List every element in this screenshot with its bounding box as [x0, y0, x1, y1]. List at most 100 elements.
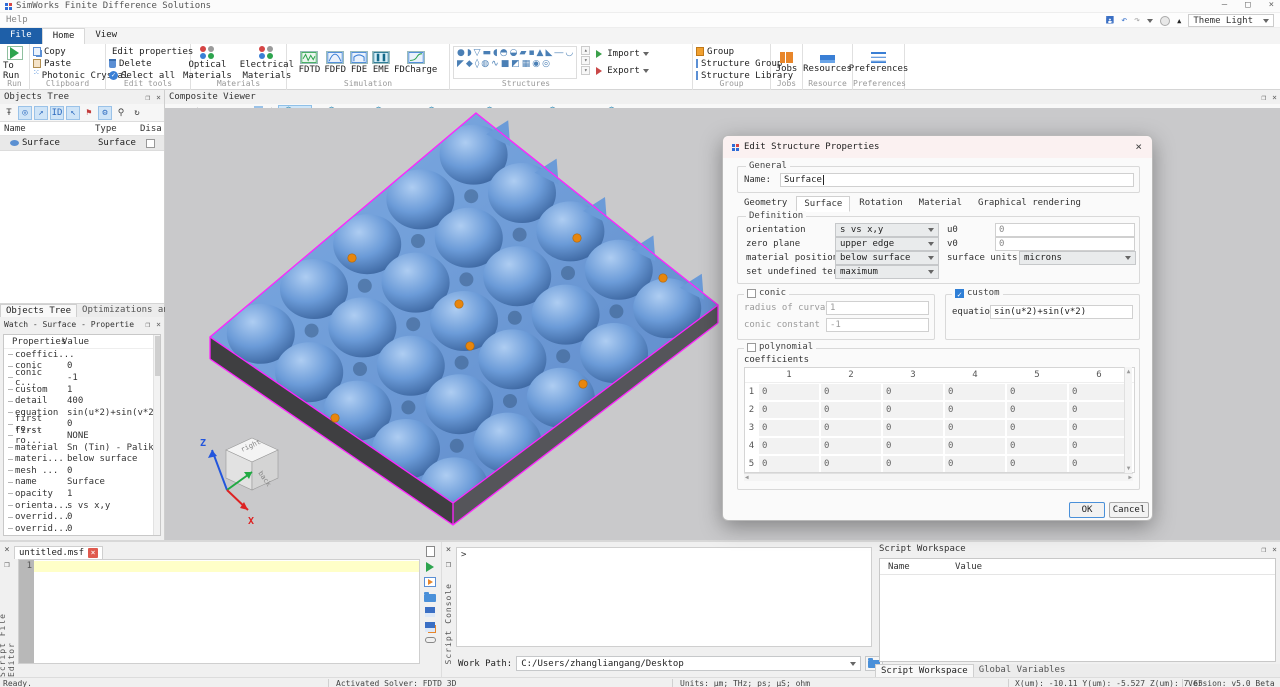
structures-gallery-scroll[interactable]: ▴▾▾: [581, 46, 590, 79]
flag-icon[interactable]: ⚑: [82, 106, 96, 120]
structure-shape-icon[interactable]: ▬: [483, 48, 492, 59]
property-row[interactable]: orienta...s vs x,y: [4, 500, 160, 512]
structure-shape-icon[interactable]: ◒: [510, 48, 518, 59]
link-icon[interactable]: [425, 637, 436, 643]
column-name[interactable]: Name: [0, 124, 95, 134]
structure-shape-icon[interactable]: ◣: [545, 48, 552, 59]
undo-icon[interactable]: ↶: [1121, 16, 1127, 26]
coef-cell[interactable]: 0: [944, 419, 1006, 437]
coef-cell[interactable]: 0: [882, 383, 944, 401]
column-value[interactable]: Value: [62, 337, 89, 347]
float-panel-icon[interactable]: ❐: [1261, 93, 1266, 102]
property-row[interactable]: coeffici...: [4, 349, 160, 361]
pick-cursor-icon[interactable]: ↖: [66, 106, 80, 120]
structure-shape-icon[interactable]: ▰: [520, 48, 527, 59]
structure-shape-icon[interactable]: ◓: [500, 48, 508, 59]
coef-cell[interactable]: 0: [944, 401, 1006, 419]
structure-shape-icon[interactable]: ▲: [537, 48, 544, 59]
editor-text-area[interactable]: [34, 560, 419, 663]
equation-input[interactable]: sin(u*2)+sin(v*2): [990, 305, 1133, 319]
close-panel-icon[interactable]: ×: [156, 93, 161, 102]
coef-cell[interactable]: 0: [820, 437, 882, 455]
structure-shape-icon[interactable]: ◡: [565, 48, 573, 59]
column-name[interactable]: Name: [880, 562, 955, 572]
solver-button-fdtd[interactable]: FDTD: [299, 46, 321, 80]
coef-cell[interactable]: 0: [1006, 455, 1068, 473]
property-row[interactable]: overrid...0: [4, 523, 160, 535]
watch-scrollbar[interactable]: [153, 335, 160, 535]
solver-button-eme[interactable]: EME: [372, 46, 390, 80]
coef-cell[interactable]: 0: [882, 419, 944, 437]
dialog-tab-geometry[interactable]: Geometry: [737, 196, 794, 212]
coef-cell[interactable]: 0: [758, 455, 820, 473]
close-panel-icon[interactable]: ×: [4, 545, 9, 555]
dialog-tab-surface[interactable]: Surface: [796, 196, 850, 212]
property-row[interactable]: custom1: [4, 384, 160, 396]
minimize-button[interactable]: –: [1222, 0, 1227, 10]
structure-shape-icon[interactable]: ■: [501, 59, 510, 70]
user-avatar[interactable]: [1160, 16, 1170, 26]
tab-file[interactable]: File: [0, 28, 42, 44]
undefined-terms-select[interactable]: maximum: [835, 265, 939, 279]
property-row[interactable]: overrid...0: [4, 511, 160, 523]
column-disabled[interactable]: Disa: [140, 124, 162, 134]
export-button[interactable]: Export: [596, 66, 649, 77]
close-panel-icon[interactable]: ×: [446, 545, 451, 555]
coef-cell[interactable]: 0: [820, 455, 882, 473]
coefficients-table[interactable]: 123456 100000020000003000000400000050000…: [744, 367, 1135, 473]
property-row[interactable]: opacity1: [4, 488, 160, 500]
editor-tab-untitled[interactable]: untitled.msf ×: [14, 546, 103, 559]
run-script-icon[interactable]: [426, 562, 434, 572]
coef-cell[interactable]: 0: [882, 401, 944, 419]
resources-button[interactable]: Resources: [806, 46, 849, 80]
close-panel-icon[interactable]: ×: [1272, 93, 1277, 102]
float-panel-icon[interactable]: ❐: [145, 93, 150, 102]
structures-gallery[interactable]: ●◗▽▬◖◓◒▰▪▲◣―◡ ◤◆◊◍∿■◩▦◉◎: [453, 46, 577, 79]
materials-button-optical[interactable]: OpticalMaterials: [183, 46, 232, 80]
dialog-titlebar[interactable]: Edit Structure Properties: [723, 136, 1152, 158]
tab-objects-tree[interactable]: Objects Tree: [0, 304, 77, 317]
quick-access-dropdown-icon[interactable]: [1147, 19, 1153, 23]
edit-tool-delete[interactable]: Delete: [109, 58, 187, 69]
coef-cell[interactable]: 0: [882, 437, 944, 455]
structure-shape-icon[interactable]: ▪: [528, 48, 534, 59]
structure-shape-icon[interactable]: ◗: [467, 48, 472, 59]
collapse-ribbon-icon[interactable]: ▲: [1177, 17, 1181, 25]
column-type[interactable]: Type: [95, 124, 140, 134]
conic-checkbox[interactable]: [747, 289, 756, 298]
structure-shape-icon[interactable]: ◊: [475, 59, 479, 70]
coef-cell[interactable]: 0: [944, 455, 1006, 473]
close-button[interactable]: ×: [1269, 0, 1274, 10]
script-editor[interactable]: 1: [18, 559, 420, 664]
structure-shape-icon[interactable]: ∿: [491, 59, 499, 70]
coef-cell[interactable]: 0: [1068, 437, 1130, 455]
structure-shape-icon[interactable]: ◉: [532, 59, 540, 70]
edit-tool-edit-properties[interactable]: Edit properties: [109, 46, 187, 57]
import-button[interactable]: Import: [596, 49, 649, 60]
u0-input[interactable]: 0: [995, 223, 1135, 237]
new-script-icon[interactable]: [426, 546, 435, 557]
radius-of-curvature-input[interactable]: 1: [826, 301, 929, 315]
structure-shape-icon[interactable]: ◩: [511, 59, 520, 70]
show-id-icon[interactable]: ID: [50, 106, 64, 120]
tab-script-workspace[interactable]: Script Workspace: [875, 664, 974, 678]
dialog-close-icon[interactable]: ×: [1135, 140, 1142, 153]
script-console[interactable]: >: [456, 547, 872, 647]
theme-select[interactable]: Theme Light: [1188, 14, 1274, 27]
redo-icon[interactable]: ↷: [1134, 16, 1140, 26]
menu-help[interactable]: Help: [0, 15, 34, 25]
close-panel-icon[interactable]: ×: [156, 320, 161, 329]
coef-cell[interactable]: 0: [820, 383, 882, 401]
coef-cell[interactable]: 0: [882, 455, 944, 473]
dialog-tab-material[interactable]: Material: [912, 196, 969, 212]
float-panel-icon[interactable]: ❐: [1261, 545, 1266, 554]
clipboard-item-copy[interactable]: Copy: [33, 46, 102, 57]
tree-icon[interactable]: Ŧ: [2, 106, 16, 120]
coef-cell[interactable]: 0: [820, 419, 882, 437]
coef-cell[interactable]: 0: [820, 401, 882, 419]
select-arrow-icon[interactable]: ↗: [34, 106, 48, 120]
coefficients-vscrollbar[interactable]: ▲▼: [1124, 367, 1132, 473]
coef-cell[interactable]: 0: [1006, 401, 1068, 419]
structure-shape-icon[interactable]: ◤: [457, 59, 464, 70]
structure-shape-icon[interactable]: ▦: [522, 59, 531, 70]
